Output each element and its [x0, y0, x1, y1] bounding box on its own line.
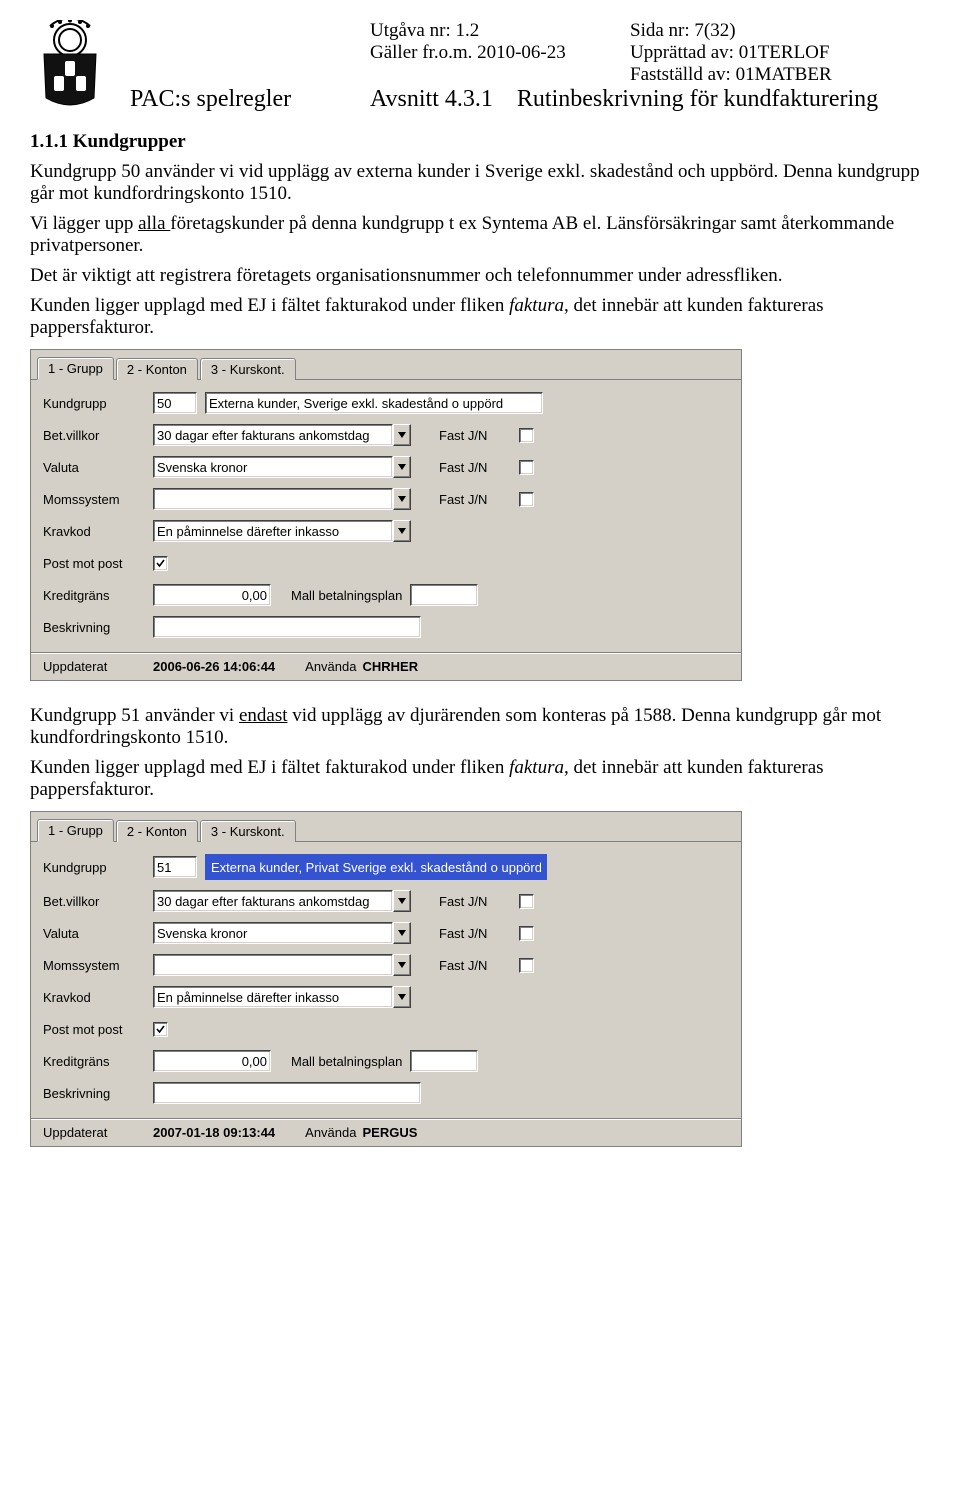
lbl-anvanda: Använda	[305, 659, 356, 674]
utgava-label: Utgåva nr: 1.2	[370, 20, 620, 42]
tab-kurskont[interactable]: 3 - Kurskont.	[200, 358, 296, 380]
valuta-dropdown-button[interactable]	[393, 922, 411, 944]
kravkod-dropdown-button[interactable]	[393, 986, 411, 1008]
fast-checkbox-1[interactable]	[519, 428, 534, 443]
kundgrupp-51-dialog: 1 - Grupp 2 - Konton 3 - Kurskont. Kundg…	[30, 811, 742, 1147]
lbl-valuta: Valuta	[43, 926, 153, 941]
dialog-footer: Uppdaterat 2006-06-26 14:06:44 Använda C…	[31, 652, 741, 674]
lbl-postmotpost: Post mot post	[43, 1022, 153, 1037]
fast-checkbox-3[interactable]	[519, 492, 534, 507]
lbl-kundgrupp: Kundgrupp	[43, 860, 153, 875]
kundgrupp-name-input[interactable]	[205, 392, 543, 414]
tab-konton[interactable]: 2 - Konton	[116, 820, 198, 842]
valuta-input[interactable]	[153, 922, 393, 944]
para-50-c: Det är viktigt att registrera företagets…	[30, 265, 930, 287]
lbl-betvillkor: Bet.villkor	[43, 428, 153, 443]
fast-checkbox-2[interactable]	[519, 460, 534, 475]
uppdaterat-value: 2007-01-18 09:13:44	[153, 1125, 275, 1140]
kreditgrans-input[interactable]	[153, 1050, 271, 1072]
crest-logo-icon	[30, 20, 110, 110]
lbl-uppdaterat: Uppdaterat	[43, 1125, 153, 1140]
lbl-postmotpost: Post mot post	[43, 556, 153, 571]
tab-kurskont[interactable]: 3 - Kurskont.	[200, 820, 296, 842]
momssystem-input[interactable]	[153, 954, 393, 976]
kravkod-dropdown-button[interactable]	[393, 520, 411, 542]
fast-checkbox-2[interactable]	[519, 926, 534, 941]
betvillkor-dropdown-button[interactable]	[393, 424, 411, 446]
para-50-a: Kundgrupp 50 använder vi vid upplägg av …	[30, 161, 930, 205]
sida-label: Sida nr: 7(32)	[630, 20, 930, 42]
lbl-beskrivning: Beskrivning	[43, 1086, 153, 1101]
lbl-fast-3: Fast J/N	[439, 958, 519, 973]
lbl-fast-3: Fast J/N	[439, 492, 519, 507]
lbl-beskrivning: Beskrivning	[43, 620, 153, 635]
lbl-fast-2: Fast J/N	[439, 460, 519, 475]
momssystem-dropdown-button[interactable]	[393, 954, 411, 976]
para-51-a: Kundgrupp 51 använder vi endast vid uppl…	[30, 705, 930, 749]
lbl-mall: Mall betalningsplan	[291, 588, 402, 603]
kundgrupp-number-input[interactable]	[153, 392, 197, 414]
kundgrupp-50-dialog: 1 - Grupp 2 - Konton 3 - Kurskont. Kundg…	[30, 349, 742, 681]
tab-grupp[interactable]: 1 - Grupp	[37, 357, 114, 380]
lbl-momssystem: Momssystem	[43, 492, 153, 507]
tabs: 1 - Grupp 2 - Konton 3 - Kurskont.	[31, 350, 741, 380]
doc-title: PAC:s spelregler	[130, 86, 360, 113]
lbl-momssystem: Momssystem	[43, 958, 153, 973]
betvillkor-input[interactable]	[153, 890, 393, 912]
tab-konton[interactable]: 2 - Konton	[116, 358, 198, 380]
lbl-fast-1: Fast J/N	[439, 428, 519, 443]
lbl-valuta: Valuta	[43, 460, 153, 475]
mall-input[interactable]	[410, 584, 478, 606]
avsnitt-line: Avsnitt 4.3.1 Rutinbeskrivning för kundf…	[370, 86, 930, 113]
para-51-b: Kunden ligger upplagd med EJ i fältet fa…	[30, 757, 930, 801]
lbl-kreditgrans: Kreditgräns	[43, 588, 153, 603]
tab-grupp[interactable]: 1 - Grupp	[37, 819, 114, 842]
postmotpost-checkbox[interactable]	[153, 556, 168, 571]
betvillkor-dropdown-button[interactable]	[393, 890, 411, 912]
kravkod-input[interactable]	[153, 986, 393, 1008]
lbl-kreditgrans: Kreditgräns	[43, 1054, 153, 1069]
lbl-betvillkor: Bet.villkor	[43, 894, 153, 909]
mall-input[interactable]	[410, 1050, 478, 1072]
para-50-b: Vi lägger upp alla företagskunder på den…	[30, 213, 930, 257]
galler-label: Gäller fr.o.m. 2010-06-23	[370, 42, 620, 64]
momssystem-input[interactable]	[153, 488, 393, 510]
tabs: 1 - Grupp 2 - Konton 3 - Kurskont.	[31, 812, 741, 842]
para-50-d: Kunden ligger upplagd med EJ i fältet fa…	[30, 295, 930, 339]
anvanda-value: CHRHER	[362, 659, 418, 674]
momssystem-dropdown-button[interactable]	[393, 488, 411, 510]
uppdaterat-value: 2006-06-26 14:06:44	[153, 659, 275, 674]
lbl-mall: Mall betalningsplan	[291, 1054, 402, 1069]
beskrivning-input[interactable]	[153, 616, 421, 638]
dialog-footer: Uppdaterat 2007-01-18 09:13:44 Använda P…	[31, 1118, 741, 1140]
kreditgrans-input[interactable]	[153, 584, 271, 606]
lbl-kravkod: Kravkod	[43, 990, 153, 1005]
document-header: Utgåva nr: 1.2 Sida nr: 7(32) Gäller fr.…	[30, 20, 930, 113]
section-heading: 1.1.1 Kundgrupper	[30, 131, 930, 153]
lbl-kundgrupp: Kundgrupp	[43, 396, 153, 411]
fast-checkbox-3[interactable]	[519, 958, 534, 973]
faststalld-label: Fastställd av: 01MATBER	[630, 64, 930, 86]
lbl-uppdaterat: Uppdaterat	[43, 659, 153, 674]
anvanda-value: PERGUS	[362, 1125, 417, 1140]
lbl-fast-2: Fast J/N	[439, 926, 519, 941]
postmotpost-checkbox[interactable]	[153, 1022, 168, 1037]
kundgrupp-number-input[interactable]	[153, 856, 197, 878]
lbl-anvanda: Använda	[305, 1125, 356, 1140]
kravkod-input[interactable]	[153, 520, 393, 542]
lbl-kravkod: Kravkod	[43, 524, 153, 539]
betvillkor-input[interactable]	[153, 424, 393, 446]
fast-checkbox-1[interactable]	[519, 894, 534, 909]
upprattad-label: Upprättad av: 01TERLOF	[630, 42, 930, 64]
valuta-input[interactable]	[153, 456, 393, 478]
beskrivning-input[interactable]	[153, 1082, 421, 1104]
lbl-fast-1: Fast J/N	[439, 894, 519, 909]
valuta-dropdown-button[interactable]	[393, 456, 411, 478]
kundgrupp-name-input[interactable]	[207, 856, 545, 878]
